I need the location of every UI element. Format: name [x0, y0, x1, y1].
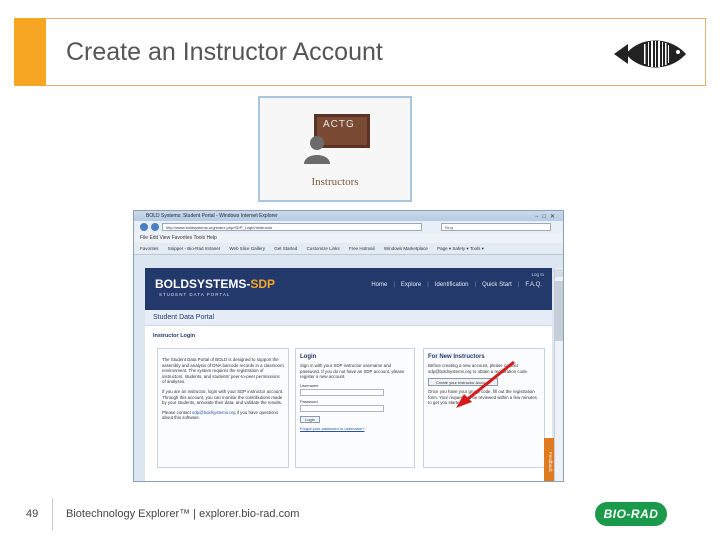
password-label: Password: [300, 398, 318, 404]
nav-separator: |: [393, 282, 395, 288]
red-arrow-icon: [456, 360, 515, 408]
forgot-password-link[interactable]: Forgot your password or username?: [296, 423, 414, 434]
intro-contact: Please contact sdp@boldsystems.org if yo…: [158, 406, 288, 421]
username-field[interactable]: [300, 388, 384, 396]
favorites-item[interactable]: Get Started: [274, 246, 297, 251]
site-logo[interactable]: BOLDSYSTEMS-SDP: [155, 277, 275, 291]
page-number: 49: [26, 508, 39, 520]
portal-heading: Student Data Portal: [145, 310, 552, 326]
intro-paragraph: If you are an instructor, login with you…: [162, 388, 284, 406]
chalkboard-text: ACTG: [323, 119, 355, 130]
site-nav: Home | Explore | Identification | Quick Sta…: [371, 282, 542, 288]
slide-title: Create an Instructor Account: [66, 38, 383, 66]
contact-email-link[interactable]: sdp@boldsystems.org: [192, 410, 236, 415]
browser-title-bar: BOLD Systems: Student Portal - Windows I…: [134, 211, 563, 221]
intro-paragraph: The Student Data Portal of BOLD is desig…: [162, 357, 284, 385]
instructors-label: Instructors: [311, 176, 359, 188]
instructor-login-heading: Instructor Login: [153, 333, 196, 339]
site-subtitle: STUDENT DATA PORTAL: [159, 292, 231, 297]
browser-toolbar-right[interactable]: Page ▾ Safety ▾ Tools ▾: [437, 246, 484, 251]
scroll-thumb[interactable]: [555, 281, 563, 341]
nav-home[interactable]: Home: [371, 282, 387, 288]
url-input[interactable]: http://www.boldsystems.org/index.php/SDP…: [162, 223, 422, 231]
login-heading: Login: [300, 354, 317, 360]
forward-icon[interactable]: [151, 223, 159, 231]
browser-menu-bar[interactable]: File Edit View Favorites Tools Help: [134, 233, 563, 243]
nav-separator: |: [427, 282, 429, 288]
login-panel: Login Sign in with your SDP instructor u…: [295, 348, 415, 468]
footer-text: Biotechnology Explorer™ | explorer.bio-r…: [66, 508, 300, 520]
username-label: Username: [300, 382, 319, 388]
window-controls-icon[interactable]: −□✕: [535, 212, 559, 222]
favorites-item[interactable]: Snipper - Bio-Rad Intranet: [168, 246, 220, 251]
scroll-up-icon[interactable]: [555, 269, 563, 277]
intro-contact-prefix: Please contact: [162, 409, 193, 415]
site-header: BOLDSYSTEMS-SDP STUDENT DATA PORTAL Log …: [145, 268, 552, 310]
scrollbar[interactable]: [554, 268, 563, 481]
footer-divider: [52, 498, 53, 530]
site-logo-sdp: SDP: [250, 277, 276, 291]
favorites-item[interactable]: Web Slice Gallery: [229, 246, 265, 251]
search-input[interactable]: Bing: [441, 223, 551, 231]
nav-explore[interactable]: Explore: [401, 282, 421, 288]
password-field[interactable]: [300, 404, 384, 412]
person-icon: [304, 136, 330, 164]
address-bar: http://www.boldsystems.org/index.php/SDP…: [134, 221, 563, 233]
browser-title: BOLD Systems: Student Portal - Windows I…: [146, 213, 278, 219]
intro-panel: The Student Data Portal of BOLD is desig…: [157, 348, 289, 468]
fish-barcode-logo-icon: [614, 40, 686, 68]
site-logo-main: BOLDSYSTEMS-: [155, 277, 251, 291]
bio-rad-logo: BIO-RAD: [595, 502, 667, 526]
nav-separator: |: [474, 282, 477, 288]
header-accent-bar: [14, 18, 46, 86]
site-login-link[interactable]: Log In: [531, 272, 544, 277]
back-icon[interactable]: [140, 223, 148, 231]
nav-quick-start[interactable]: Quick Start: [482, 282, 512, 288]
favorites-bar: Favorites Snipper - Bio-Rad Intranet Web…: [134, 243, 563, 255]
nav-separator: |: [517, 282, 520, 288]
favorites-item[interactable]: Favorites: [140, 246, 159, 251]
nav-identification[interactable]: Identification: [435, 282, 469, 288]
favorites-item[interactable]: Windows Marketplace: [384, 246, 428, 251]
login-button[interactable]: Login: [300, 415, 320, 423]
instructors-card[interactable]: ACTG Instructors: [258, 96, 412, 202]
favorites-item[interactable]: Free Hotmail: [349, 246, 375, 251]
favorites-item[interactable]: Customize Links: [307, 246, 340, 251]
browser-window: BOLD Systems: Student Portal - Windows I…: [133, 210, 564, 482]
login-text: Sign in with your SDP instructor usernam…: [300, 363, 405, 380]
nav-faq[interactable]: F.A.Q.: [525, 282, 542, 288]
